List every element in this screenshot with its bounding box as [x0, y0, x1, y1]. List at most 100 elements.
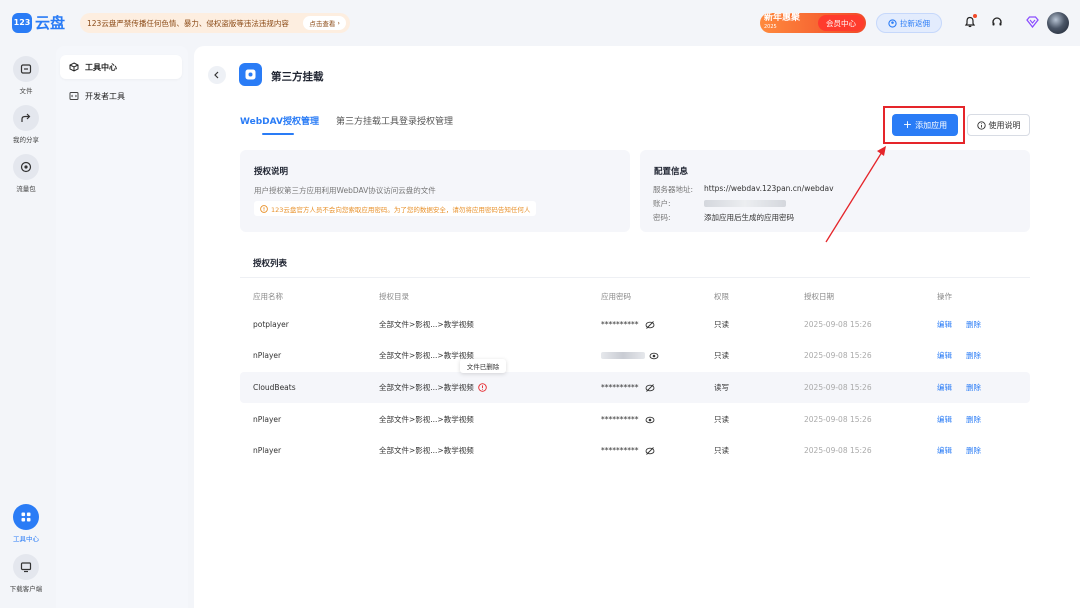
rail-label-tools: 工具中心 [13, 535, 39, 543]
row-edit-link[interactable]: 编辑 [937, 309, 952, 340]
row-date: 2025-09-08 15:26 [804, 383, 872, 392]
server-label: 服务器地址: [653, 185, 694, 194]
row-dir[interactable]: 全部文件>影视...>教学视频 [379, 435, 474, 466]
submenu-item-tool-center[interactable]: 工具中心 [60, 55, 182, 79]
row-permission: 只读 [714, 415, 729, 424]
tab-webdav[interactable]: WebDAV授权管理 [240, 114, 319, 127]
row-edit-link[interactable]: 编辑 [937, 435, 952, 466]
file-deleted-tooltip: 文件已删除 [460, 359, 506, 373]
invite-button[interactable]: 拉新返佣 [876, 13, 942, 33]
notice-view-button[interactable]: 点击查看 › [303, 16, 346, 30]
row-permission: 只读 [714, 320, 729, 329]
share-icon [13, 105, 39, 131]
eye-off-icon[interactable] [645, 320, 655, 330]
grid-icon [13, 504, 39, 530]
code-icon [69, 92, 79, 100]
rail-item-files[interactable]: 文件 [0, 56, 52, 95]
col-header-name: 应用名称 [253, 292, 283, 301]
logo-text: 云盘 [35, 14, 66, 32]
avatar[interactable] [1047, 12, 1069, 34]
list-divider [240, 277, 1030, 278]
page-title: 第三方挂载 [271, 71, 324, 83]
eye-icon[interactable] [645, 415, 655, 425]
help-label: 使用说明 [988, 120, 1021, 130]
promo-title-text: 新年惠聚 [764, 13, 801, 23]
bell-icon[interactable] [963, 14, 977, 29]
table-row[interactable]: nPlayer 全部文件>影视...>教学视频 只读 2025-09-08 15… [240, 340, 1030, 371]
row-password: ********** [601, 435, 655, 466]
vip-diamond-icon[interactable] [1025, 15, 1039, 29]
warning-icon [260, 204, 268, 213]
member-center-button[interactable]: 会员中心 [818, 15, 864, 31]
tab-underline [262, 133, 294, 135]
config-card-title: 配置信息 [654, 167, 689, 177]
eye-off-icon[interactable] [645, 383, 655, 393]
auth-card-text: 用户授权第三方应用利用WebDAV协议访问云盘的文件 [254, 186, 436, 195]
table-row[interactable]: nPlayer 全部文件>影视...>教学视频 ********** 只读 20… [240, 435, 1030, 466]
eye-icon[interactable] [649, 351, 659, 361]
row-dir[interactable]: 全部文件>影视...>教学视频 [379, 404, 474, 435]
row-delete-link[interactable]: 删除 [966, 309, 981, 340]
col-header-password: 应用密码 [601, 292, 631, 301]
rail-item-share[interactable]: 我的分享 [0, 105, 52, 144]
table-row[interactable]: nPlayer 全部文件>影视...>教学视频 ********** 只读 20… [240, 404, 1030, 435]
row-password [601, 340, 659, 371]
promo-year: 2025 [764, 24, 777, 30]
account-value-redacted [704, 200, 786, 207]
rail-item-traffic[interactable]: 流量包 [0, 154, 52, 193]
row-delete-link[interactable]: 删除 [966, 435, 981, 466]
rail-label-share: 我的分享 [13, 136, 39, 144]
row-dir[interactable]: 全部文件>影视...>教学视频 [379, 372, 487, 403]
row-edit-link[interactable]: 编辑 [937, 404, 952, 435]
col-header-permission: 权限 [714, 292, 729, 301]
row-password-mask: ********** [601, 446, 639, 455]
chevron-right-icon: › [337, 19, 340, 27]
chevron-left-icon [214, 71, 219, 79]
row-edit-link[interactable]: 编辑 [937, 340, 952, 371]
submenu-item-dev-tools[interactable]: 开发者工具 [60, 84, 182, 108]
logo-badge: 123 [12, 12, 32, 33]
config-info-card: 配置信息 服务器地址: https://webdav.123pan.cn/web… [640, 150, 1030, 232]
auth-warning-text: 123云盘官方人员不会向您索取应用密码。为了您的数据安全，请勿将应用密码告知任何… [271, 205, 531, 214]
help-button[interactable]: 使用说明 [967, 114, 1030, 136]
row-password-visible-redacted [601, 352, 645, 359]
rail-item-tools[interactable]: 工具中心 [0, 504, 52, 543]
row-dir[interactable]: 全部文件>影视...>教学视频 [379, 309, 474, 340]
error-icon[interactable] [477, 383, 487, 392]
notice-view-label: 点击查看 [309, 20, 336, 28]
eye-off-icon[interactable] [645, 446, 655, 456]
row-delete-link[interactable]: 删除 [966, 404, 981, 435]
table-row[interactable]: potplayer 全部文件>影视...>教学视频 ********** 只读 … [240, 309, 1030, 340]
tab-third-party-login[interactable]: 第三方挂载工具登录授权管理 [336, 114, 453, 127]
rail-item-download[interactable]: 下载客户端 [0, 554, 52, 593]
row-password-mask: ********** [601, 320, 639, 329]
row-delete-link[interactable]: 删除 [966, 340, 981, 371]
back-button[interactable] [208, 66, 226, 84]
password-value: 添加应用后生成的应用密码 [704, 213, 794, 222]
row-password: ********** [601, 372, 655, 403]
password-label: 密码: [653, 213, 671, 222]
row-app-name: potplayer [253, 320, 289, 329]
server-value[interactable]: https://webdav.123pan.cn/webdav [704, 184, 834, 193]
row-app-name: nPlayer [253, 351, 282, 360]
row-date: 2025-09-08 15:26 [804, 446, 872, 455]
row-date: 2025-09-08 15:26 [804, 320, 872, 329]
row-edit-link[interactable]: 编辑 [937, 372, 952, 403]
info-icon [976, 120, 986, 130]
app-logo[interactable]: 123 云盘 [12, 12, 65, 33]
promo-title: 新年惠聚 2025 [760, 14, 818, 32]
row-date: 2025-09-08 15:26 [804, 351, 872, 360]
traffic-icon [13, 154, 39, 180]
promo-banner[interactable]: 新年惠聚 2025 会员中心 [760, 13, 866, 33]
mount-icon [239, 63, 262, 86]
table-row[interactable]: CloudBeats 全部文件>影视...>教学视频 ********** 读写… [240, 372, 1030, 403]
row-permission: 只读 [714, 351, 729, 360]
notice-text: 123云盘严禁传播任何色情、暴力、侵权盗版等违法违规内容 [87, 18, 289, 28]
row-app-name: CloudBeats [253, 383, 296, 392]
rail-label-files: 文件 [19, 87, 33, 95]
notice-banner: 123云盘严禁传播任何色情、暴力、侵权盗版等违法违规内容 点击查看 › [80, 13, 350, 33]
row-password-mask: ********** [601, 383, 639, 392]
row-delete-link[interactable]: 删除 [966, 372, 981, 403]
invite-label: 拉新返佣 [900, 18, 930, 28]
headset-icon[interactable] [990, 15, 1004, 29]
